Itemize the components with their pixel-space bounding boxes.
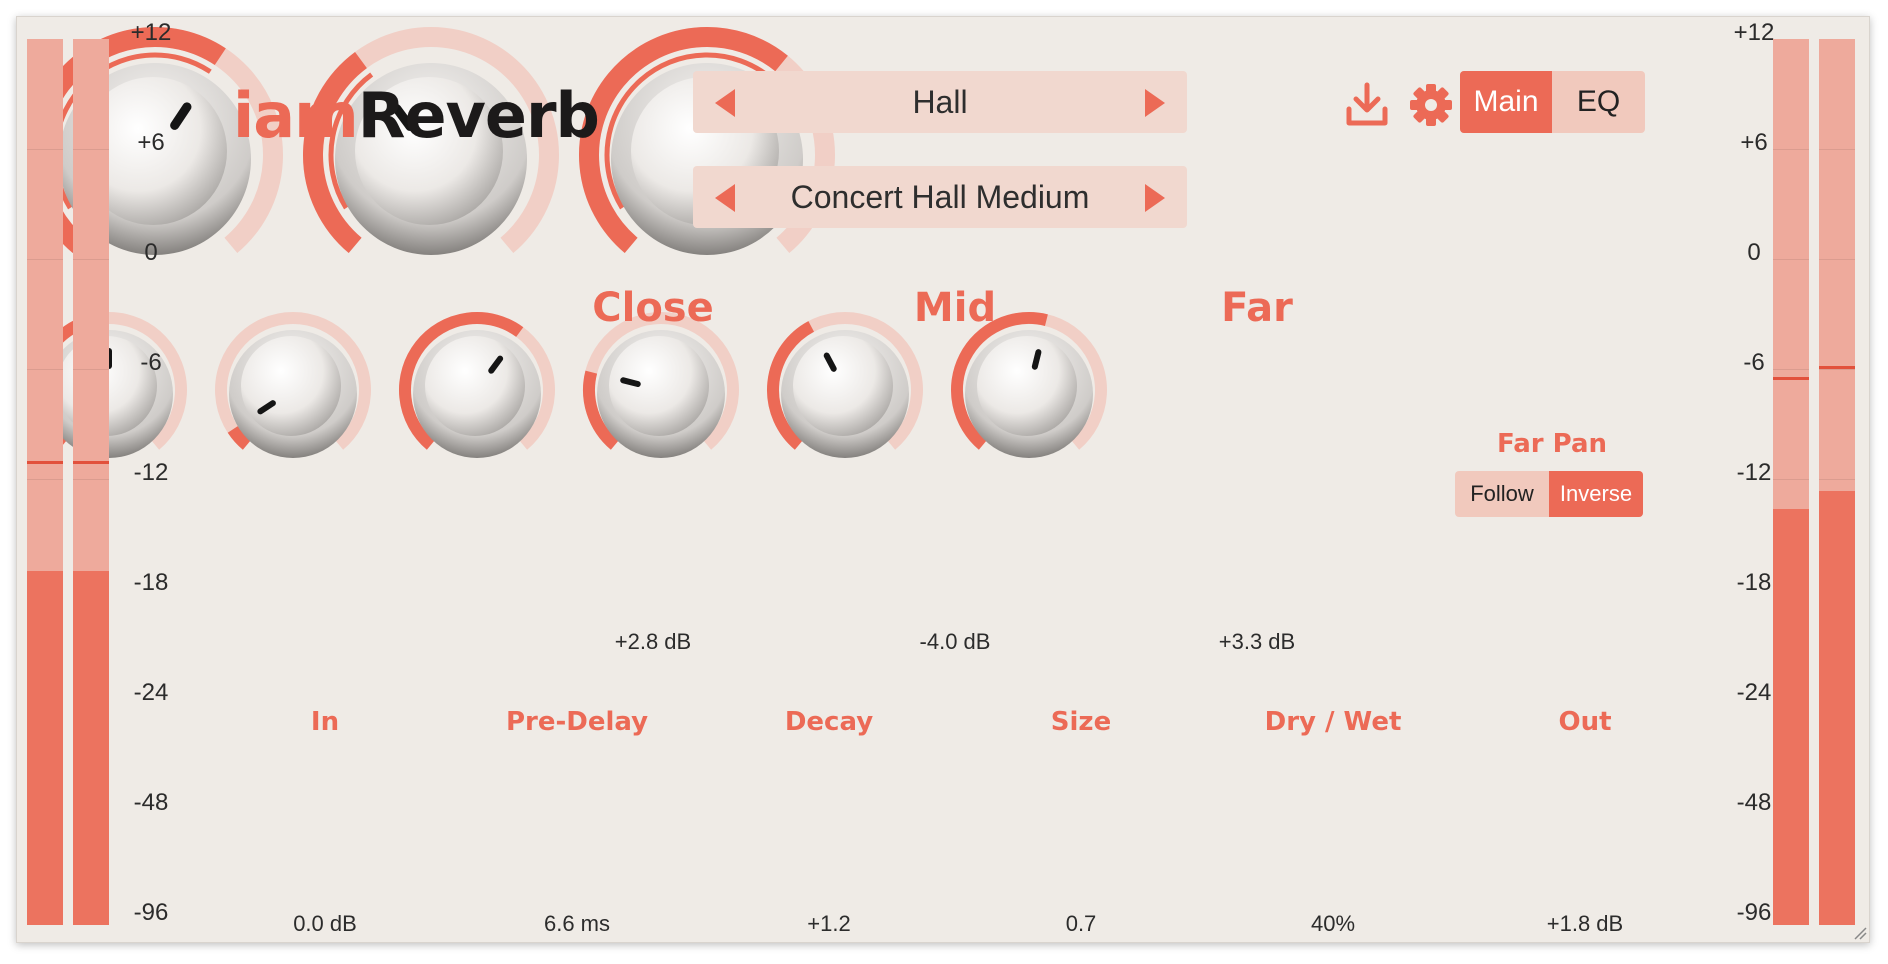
meter-scale-label: -18	[133, 569, 169, 596]
out-pointer	[1031, 349, 1042, 370]
meter-level	[1773, 508, 1809, 925]
meter-gridline	[1773, 259, 1809, 260]
pre-delay-title: Pre-Delay	[505, 707, 649, 737]
far-knob[interactable]	[569, 17, 845, 293]
meter-scale-label: -6	[140, 349, 162, 376]
resize-handle[interactable]	[1853, 926, 1867, 940]
in-title: In	[310, 707, 340, 737]
far-pan-inverse-button[interactable]: Inverse	[1549, 471, 1643, 517]
logo-suffix: Reverb	[357, 79, 600, 152]
tab-main[interactable]: Main	[1460, 71, 1552, 133]
meter-level	[73, 570, 109, 925]
meter-peak	[27, 461, 63, 465]
meter-gridline	[27, 259, 63, 260]
category-prev-button[interactable]	[715, 89, 735, 117]
output-meter-right	[1819, 39, 1855, 925]
meter-scale-label: -12	[133, 459, 169, 486]
output-meter-left	[1773, 39, 1809, 925]
preset-label[interactable]: Concert Hall Medium	[743, 166, 1137, 228]
view-tabs: Main EQ	[1460, 71, 1645, 133]
meter-gridline	[1819, 149, 1855, 150]
close-value: +2.8 dB	[614, 629, 692, 654]
gear-icon[interactable]	[1409, 81, 1453, 129]
mid-knob[interactable]	[293, 17, 569, 293]
pre-delay-value: 6.6 ms	[543, 911, 611, 936]
meter-gridline	[73, 369, 109, 370]
download-icon[interactable]	[1345, 81, 1389, 129]
meter-gridline	[73, 479, 109, 480]
dry-wet-title: Dry / Wet	[1264, 707, 1402, 737]
close-title: Close	[592, 285, 714, 331]
far-value: +3.3 dB	[1218, 629, 1296, 654]
meter-gridline	[1819, 369, 1855, 370]
plugin-window: +12 +6 0 -6 -12 -18 -24 -48 -96 +12 +6 0 -6 -12 -18 -2…	[16, 16, 1870, 943]
meter-peak	[73, 461, 109, 465]
size-title: Size	[1050, 707, 1112, 737]
in-value: 0.0 dB	[293, 911, 357, 936]
input-meter-right	[73, 39, 109, 925]
category-next-button[interactable]	[1145, 89, 1165, 117]
decay-title: Decay	[784, 707, 874, 737]
pre-delay-knob[interactable]	[201, 298, 385, 482]
size-value: 0.7	[1065, 911, 1097, 936]
tab-eq[interactable]: EQ	[1552, 71, 1645, 133]
big-knob-group: Close +2.8 dB Mid -4.0 dB Far +3.3 dB	[17, 17, 1869, 654]
meter-gridline	[27, 149, 63, 150]
meter-scale-label: -24	[133, 679, 169, 706]
meter-peak	[1773, 377, 1809, 381]
meter-level	[1819, 490, 1855, 925]
mid-value: -4.0 dB	[919, 629, 991, 654]
meter-scale-label: +12	[130, 19, 172, 46]
decay-value: +1.2	[807, 911, 851, 936]
meter-scale-label: -96	[133, 899, 169, 926]
meter-gridline	[73, 149, 109, 150]
meter-scale-label: +6	[137, 129, 165, 156]
far-pan-toggle: Follow Inverse	[1455, 471, 1643, 517]
far-pan-title: Far Pan	[1496, 429, 1608, 459]
meter-gridline	[73, 259, 109, 260]
logo-prefix: iam	[233, 79, 359, 152]
far-pan-follow-button[interactable]: Follow	[1455, 471, 1549, 517]
meter-gridline	[1773, 369, 1809, 370]
meter-scale-label: -48	[133, 789, 169, 816]
meter-gridline	[1773, 479, 1809, 480]
meter-gridline	[1819, 259, 1855, 260]
mid-title: Mid	[913, 285, 997, 331]
app-logo: iamReverb	[233, 79, 600, 152]
meter-level	[27, 570, 63, 925]
out-value: +1.8 dB	[1546, 911, 1624, 936]
preset-selector: Concert Hall Medium	[693, 166, 1187, 228]
category-label[interactable]: Hall	[743, 71, 1137, 133]
meter-gridline	[27, 369, 63, 370]
size-pointer	[620, 377, 641, 388]
meter-scale-label: 0	[144, 239, 158, 266]
preset-prev-button[interactable]	[715, 184, 735, 212]
out-title: Out	[1558, 707, 1612, 737]
preset-next-button[interactable]	[1145, 184, 1165, 212]
meter-gridline	[27, 479, 63, 480]
category-selector: Hall	[693, 71, 1187, 133]
dry-wet-value: 40%	[1310, 911, 1356, 936]
input-meter-left	[27, 39, 63, 925]
meter-gridline	[1819, 479, 1855, 480]
far-title: Far	[1221, 285, 1293, 331]
meter-gridline	[1773, 149, 1809, 150]
